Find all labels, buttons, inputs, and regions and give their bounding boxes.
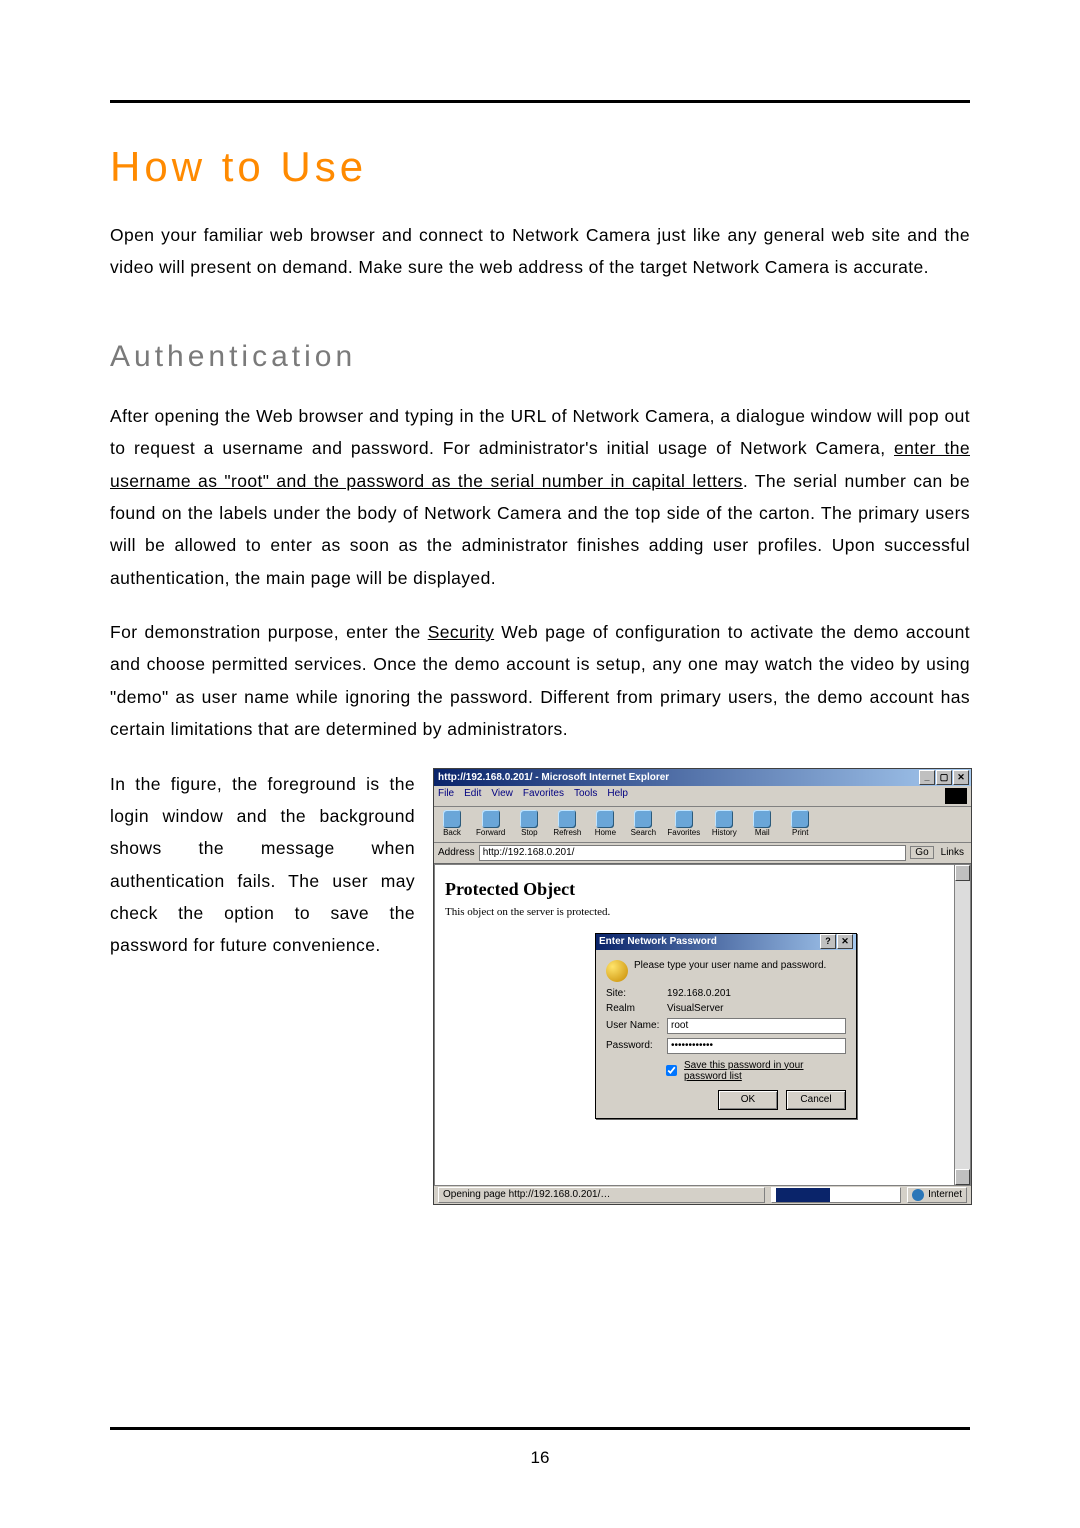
para2-underline: Security <box>428 622 494 642</box>
back-button[interactable]: Back <box>438 810 466 837</box>
save-password-label: Save this password in your password list <box>684 1060 846 1082</box>
dialog-titlebar: Enter Network Password ? ✕ <box>596 934 856 950</box>
home-icon <box>596 810 614 828</box>
forward-button[interactable]: Forward <box>476 810 505 837</box>
dialog-help-button[interactable]: ? <box>820 934 836 949</box>
password-label: Password: <box>606 1040 661 1051</box>
address-label: Address <box>438 847 475 858</box>
auth-paragraph-1: After opening the Web browser and typing… <box>110 400 970 594</box>
links-label[interactable]: Links <box>938 847 967 858</box>
menu-view[interactable]: View <box>491 788 513 804</box>
username-input[interactable] <box>667 1018 846 1034</box>
menu-edit[interactable]: Edit <box>464 788 481 804</box>
mail-button[interactable]: Mail <box>748 810 776 837</box>
ok-button[interactable]: OK <box>718 1090 778 1110</box>
bottom-rule <box>110 1427 970 1430</box>
search-icon <box>634 810 652 828</box>
home-button[interactable]: Home <box>591 810 619 837</box>
password-input[interactable] <box>667 1038 846 1054</box>
go-button[interactable]: Go <box>910 846 933 859</box>
zone-label: Internet <box>928 1189 962 1200</box>
status-text: Opening page http://192.168.0.201/… <box>438 1187 765 1203</box>
protected-message: This object on the server is protected. <box>445 906 960 918</box>
window-titlebar: http://192.168.0.201/ - Microsoft Intern… <box>434 769 971 786</box>
top-rule <box>110 100 970 103</box>
dialog-title: Enter Network Password <box>599 936 717 947</box>
print-icon <box>791 810 809 828</box>
page-content: Protected Object This object on the serv… <box>434 864 971 1186</box>
favorites-icon <box>675 810 693 828</box>
save-password-checkbox[interactable] <box>666 1065 677 1076</box>
refresh-button[interactable]: Refresh <box>553 810 581 837</box>
minimize-button[interactable]: _ <box>919 770 935 785</box>
search-button[interactable]: Search <box>629 810 657 837</box>
dialog-hint: Please type your user name and password. <box>634 960 826 982</box>
stop-icon <box>520 810 538 828</box>
back-icon <box>443 810 461 828</box>
maximize-button[interactable]: ▢ <box>936 770 952 785</box>
favorites-button[interactable]: Favorites <box>667 810 700 837</box>
window-title: http://192.168.0.201/ - Microsoft Intern… <box>438 772 669 783</box>
protected-heading: Protected Object <box>445 879 960 900</box>
menu-tools[interactable]: Tools <box>574 788 597 804</box>
address-bar: Address Go Links <box>434 843 971 864</box>
figure-paragraph: In the figure, the foreground is the log… <box>110 768 415 962</box>
browser-window: http://192.168.0.201/ - Microsoft Intern… <box>433 768 972 1205</box>
mail-icon <box>753 810 771 828</box>
progress-bar <box>771 1187 901 1203</box>
para2-a: For demonstration purpose, enter the <box>110 622 428 642</box>
auth-paragraph-2: For demonstration purpose, enter the Sec… <box>110 616 970 746</box>
site-label: Site: <box>606 988 661 999</box>
page-title: How to Use <box>110 143 970 191</box>
print-button[interactable]: Print <box>786 810 814 837</box>
menu-bar: File Edit View Favorites Tools Help <box>434 786 971 807</box>
login-dialog: Enter Network Password ? ✕ Please type y… <box>595 933 857 1119</box>
status-bar: Opening page http://192.168.0.201/… Inte… <box>434 1186 971 1204</box>
forward-icon <box>482 810 500 828</box>
stop-button[interactable]: Stop <box>515 810 543 837</box>
menu-fav[interactable]: Favorites <box>523 788 564 804</box>
realm-value: VisualServer <box>667 1003 724 1014</box>
menu-file[interactable]: File <box>438 788 454 804</box>
realm-label: Realm <box>606 1003 661 1014</box>
dialog-close-button[interactable]: ✕ <box>837 934 853 949</box>
section-heading: Authentication <box>110 340 970 374</box>
address-input[interactable] <box>479 845 907 861</box>
internet-zone-icon <box>912 1189 924 1201</box>
menu-help[interactable]: Help <box>607 788 628 804</box>
site-value: 192.168.0.201 <box>667 988 731 999</box>
page-number: 16 <box>110 1448 970 1468</box>
username-label: User Name: <box>606 1020 661 1031</box>
para1-a: After opening the Web browser and typing… <box>110 406 970 458</box>
refresh-icon <box>558 810 576 828</box>
history-icon <box>715 810 733 828</box>
intro-paragraph: Open your familiar web browser and conne… <box>110 219 970 284</box>
close-button[interactable]: ✕ <box>953 770 969 785</box>
ie-logo-icon <box>945 788 967 804</box>
key-icon <box>606 960 628 982</box>
toolbar: Back Forward Stop Refresh Home Search Fa… <box>434 807 971 843</box>
vertical-scrollbar[interactable] <box>954 865 970 1185</box>
cancel-button[interactable]: Cancel <box>786 1090 846 1110</box>
zone-pane: Internet <box>907 1187 967 1203</box>
history-button[interactable]: History <box>710 810 738 837</box>
